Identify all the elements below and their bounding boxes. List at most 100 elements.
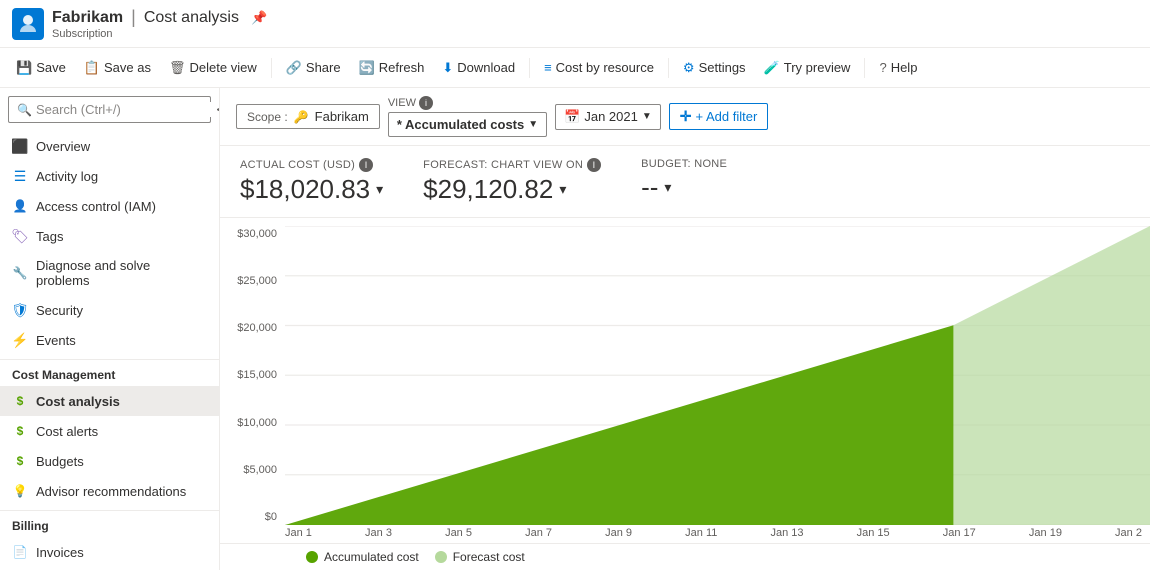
y-label-10k: $10,000 <box>228 417 277 429</box>
x-label-jan9: Jan 9 <box>605 527 632 539</box>
x-label-jan7: Jan 7 <box>525 527 552 539</box>
view-dropdown[interactable]: * Accumulated costs ▼ <box>388 112 547 137</box>
company-name: Fabrikam <box>52 9 123 27</box>
header: Fabrikam | Cost analysis 📌 Subscription <box>0 0 1150 48</box>
sidebar-item-access-control[interactable]: 👤 Access control (IAM) <box>0 191 219 221</box>
search-box[interactable]: 🔍 ≪ <box>8 96 211 123</box>
calendar-icon: 📅 <box>564 109 580 125</box>
budgets-icon: $ <box>12 453 28 469</box>
add-filter-plus-icon: ✛ <box>680 108 692 125</box>
forecast-info-icon[interactable]: i <box>587 158 601 172</box>
forecast-legend-dot <box>435 551 447 563</box>
sidebar-item-label: Budgets <box>36 454 84 469</box>
accumulated-legend-label: Accumulated cost <box>324 550 419 564</box>
search-input[interactable] <box>36 102 212 117</box>
x-label-jan3: Jan 3 <box>365 527 392 539</box>
chart-container: $30,000 $25,000 $20,000 $15,000 $10,000 … <box>220 218 1150 570</box>
chart-svg <box>285 226 1150 525</box>
search-icon: 🔍 <box>17 103 32 117</box>
date-dropdown[interactable]: 📅 Jan 2021 ▼ <box>555 104 661 130</box>
sidebar-item-advisor[interactable]: 💡 Advisor recommendations <box>0 476 219 506</box>
chart-svg-container <box>285 226 1150 525</box>
forecast-arrow-icon: ▾ <box>559 181 566 198</box>
download-icon: ⬇ <box>442 60 453 76</box>
view-label: VIEW i <box>388 96 547 110</box>
tags-icon: 🏷 <box>12 228 28 244</box>
sidebar-item-activity-log[interactable]: ☰ Activity log <box>0 161 219 191</box>
forecast-legend-label: Forecast cost <box>453 550 525 564</box>
settings-button[interactable]: ⚙ Settings <box>675 56 754 80</box>
y-label-15k: $15,000 <box>228 369 277 381</box>
save-as-icon: 📋 <box>84 60 100 76</box>
scope-icon: 🔑 <box>294 110 309 124</box>
legend-forecast: Forecast cost <box>435 550 525 564</box>
share-button[interactable]: 🔗 Share <box>278 56 349 80</box>
toolbar-separator-4 <box>864 58 865 78</box>
date-chevron-icon: ▼ <box>642 111 652 122</box>
actual-cost-info-icon[interactable]: i <box>359 158 373 172</box>
sidebar-item-label: Tags <box>36 229 63 244</box>
app-logo <box>12 8 44 40</box>
x-label-jan1: Jan 1 <box>285 527 312 539</box>
refresh-button[interactable]: 🔄 Refresh <box>351 56 433 80</box>
sidebar-item-label: Invoices <box>36 545 84 560</box>
cost-by-resource-button[interactable]: ≡ Cost by resource <box>536 56 662 79</box>
actual-cost-arrow-icon: ▾ <box>376 181 383 198</box>
y-label-0: $0 <box>228 511 277 523</box>
pin-icon[interactable]: 📌 <box>251 10 267 26</box>
access-control-icon: 👤 <box>12 198 28 214</box>
budget-arrow-icon: ▾ <box>664 179 671 196</box>
budget-value: -- ▾ <box>641 172 727 203</box>
forecast-label: FORECAST: CHART VIEW ON i <box>423 158 601 172</box>
y-label-5k: $5,000 <box>228 464 277 476</box>
add-filter-button[interactable]: ✛ + Add filter <box>669 103 769 130</box>
sidebar-item-label: Overview <box>36 139 90 154</box>
activity-log-icon: ☰ <box>12 168 28 184</box>
sidebar-item-label: Diagnose and solve problems <box>36 258 207 288</box>
page-title: Cost analysis <box>144 9 239 27</box>
sidebar-item-budgets[interactable]: $ Budgets <box>0 446 219 476</box>
sidebar-item-label: Advisor recommendations <box>36 484 186 499</box>
sidebar-item-cost-alerts[interactable]: $ Cost alerts <box>0 416 219 446</box>
list-icon: ≡ <box>544 60 552 75</box>
preview-icon: 🧪 <box>764 60 780 76</box>
actual-cost-metric: ACTUAL COST (USD) i $18,020.83 ▾ <box>240 158 383 205</box>
sidebar-item-overview[interactable]: ⬛ Overview <box>0 131 219 161</box>
download-button[interactable]: ⬇ Download <box>434 56 523 80</box>
toolbar-separator-2 <box>529 58 530 78</box>
help-icon: ? <box>879 60 886 75</box>
chart-body: $30,000 $25,000 $20,000 $15,000 $10,000 … <box>220 218 1150 525</box>
help-button[interactable]: ? Help <box>871 56 925 79</box>
view-section: VIEW i * Accumulated costs ▼ <box>388 96 547 137</box>
sidebar-item-tags[interactable]: 🏷 Tags <box>0 221 219 251</box>
chart-legend: Accumulated cost Forecast cost <box>220 543 1150 570</box>
save-as-button[interactable]: 📋 Save as <box>76 56 159 80</box>
sidebar-item-security[interactable]: 🛡 Security <box>0 295 219 325</box>
advisor-icon: 💡 <box>12 483 28 499</box>
y-axis: $30,000 $25,000 $20,000 $15,000 $10,000 … <box>220 226 285 525</box>
scope-button[interactable]: Scope : 🔑 Fabrikam <box>236 104 380 129</box>
x-label-jan17: Jan 17 <box>943 527 976 539</box>
budget-metric: BUDGET: NONE -- ▾ <box>641 158 727 203</box>
sidebar-item-label: Activity log <box>36 169 98 184</box>
events-icon: ⚡ <box>12 332 28 348</box>
header-separator: | <box>131 7 136 28</box>
x-label-jan2x: Jan 2 <box>1115 527 1142 539</box>
try-preview-button[interactable]: 🧪 Try preview <box>756 56 859 80</box>
subtitle: Subscription <box>52 28 267 40</box>
view-info-icon[interactable]: i <box>419 96 433 110</box>
sidebar-item-invoices[interactable]: 📄 Invoices <box>0 537 219 567</box>
actual-cost-value: $18,020.83 ▾ <box>240 174 383 205</box>
cost-analysis-icon: $ <box>12 393 28 409</box>
sidebar-item-cost-analysis[interactable]: $ Cost analysis <box>0 386 219 416</box>
y-label-30k: $30,000 <box>228 228 277 240</box>
sidebar-item-label: Cost alerts <box>36 424 98 439</box>
diagnose-icon: 🔧 <box>12 265 28 281</box>
scope-label: Scope : <box>247 110 288 124</box>
save-button[interactable]: 💾 Save <box>8 56 74 80</box>
delete-view-button[interactable]: 🗑 Delete view <box>161 56 265 80</box>
cost-management-section: Cost Management <box>0 359 219 386</box>
sidebar-item-diagnose[interactable]: 🔧 Diagnose and solve problems <box>0 251 219 295</box>
sidebar-item-events[interactable]: ⚡ Events <box>0 325 219 355</box>
view-chevron-icon: ▼ <box>528 119 538 130</box>
